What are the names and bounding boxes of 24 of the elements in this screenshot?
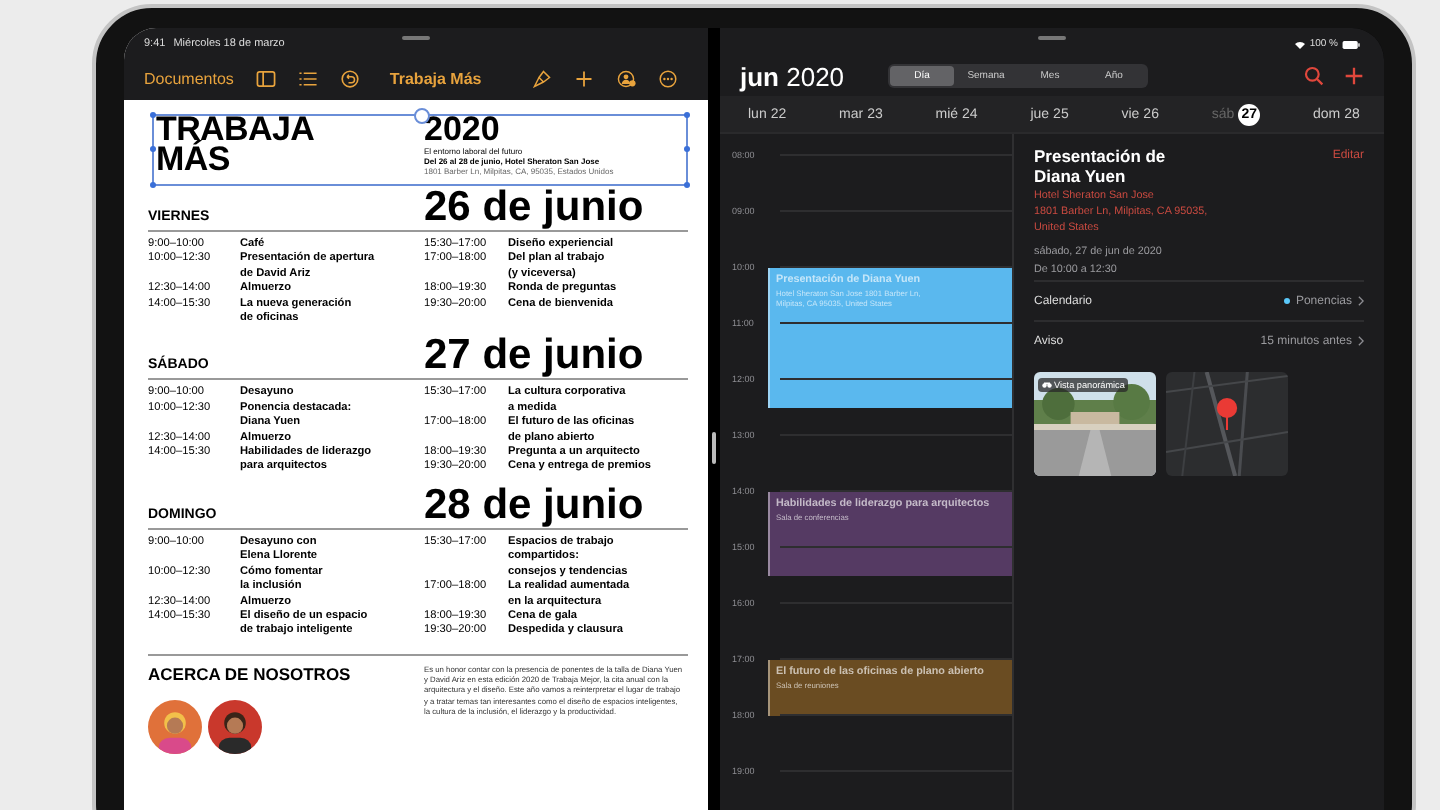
chevron-icon: [1358, 296, 1364, 306]
documents-button[interactable]: Documentos: [144, 69, 234, 87]
document-title: Trabaja Más: [389, 69, 482, 87]
more-icon[interactable]: [657, 69, 678, 87]
wifi-icon: [1293, 39, 1306, 49]
poster-year: 2020: [424, 114, 502, 146]
paintbrush-icon[interactable]: [531, 69, 552, 87]
binoculars-icon: [1042, 382, 1052, 388]
poster-title: TRABAJA MÁS: [156, 114, 317, 176]
add-icon[interactable]: [1344, 66, 1364, 86]
selection-frame[interactable]: [152, 114, 688, 186]
section-heading: ACERCA DE NOSOTROS: [148, 663, 353, 684]
day-date: 28 de junio: [424, 483, 644, 526]
day-date: 27 de junio: [424, 334, 644, 377]
month-title: jun 2020: [740, 61, 847, 91]
event-title: Presentación de Diana Yuen: [1034, 146, 1166, 186]
add-icon[interactable]: [573, 69, 594, 87]
sidebar-icon[interactable]: [255, 69, 276, 87]
undo-icon[interactable]: [339, 69, 360, 87]
battery-icon: [1342, 39, 1360, 49]
search-icon[interactable]: [1304, 66, 1324, 86]
day-date: 26 de junio: [424, 186, 644, 228]
collaborate-icon[interactable]: [615, 69, 636, 87]
chevron-icon: [1358, 336, 1364, 346]
